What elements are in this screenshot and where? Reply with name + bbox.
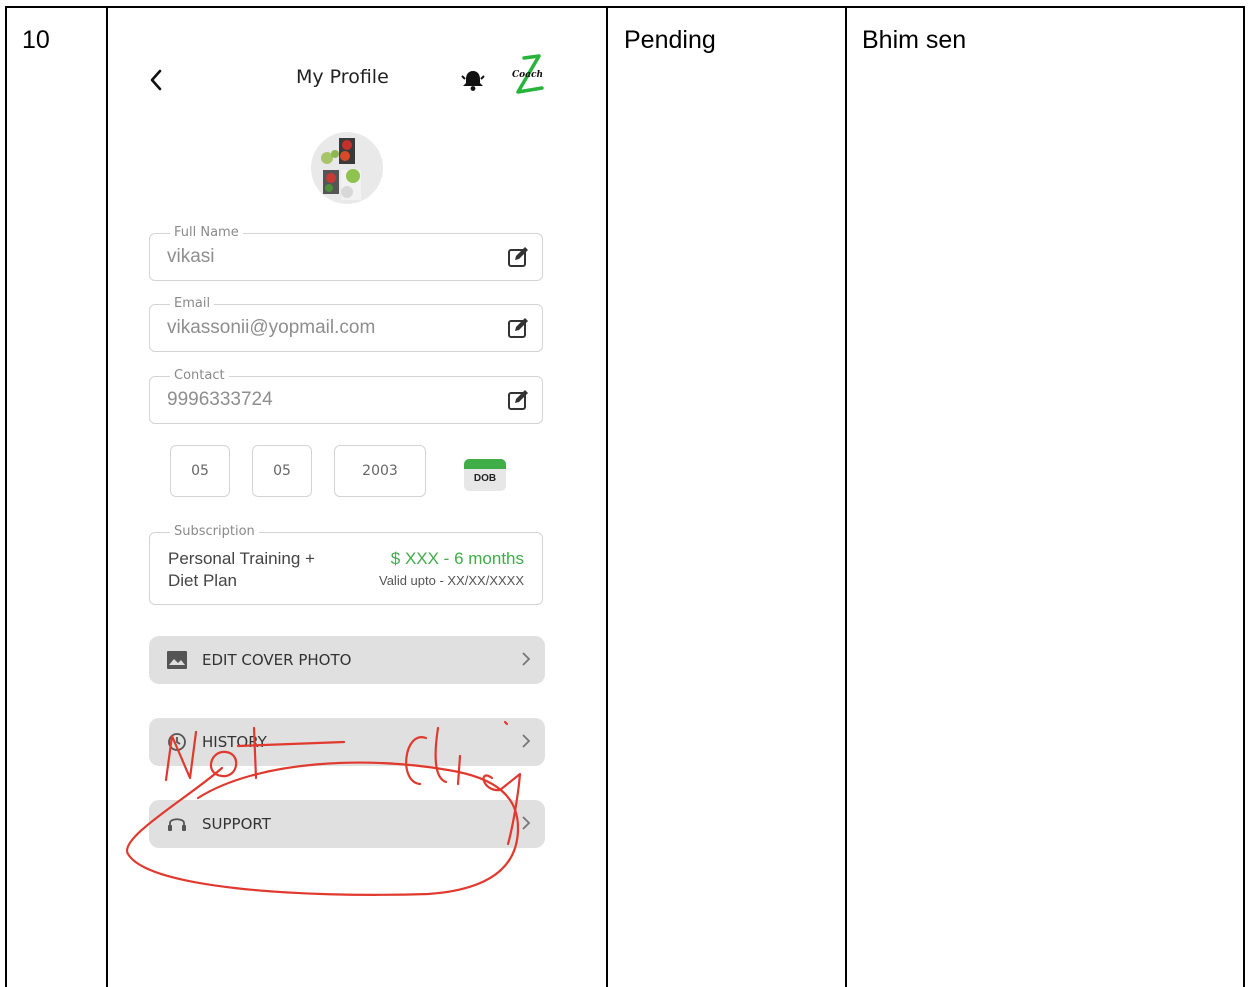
- table-left-border: [5, 6, 7, 987]
- handwritten-annotation: [125, 720, 522, 896]
- row-number: 10: [22, 26, 50, 54]
- column-divider-2: [606, 6, 608, 987]
- column-divider-3: [845, 6, 847, 987]
- status-cell: Pending: [624, 26, 716, 54]
- assignee-cell: Bhim sen: [862, 26, 967, 54]
- profile-screenshot: My Profile Coach Full Name vikasi Email …: [108, 8, 604, 987]
- table-right-border: [1243, 6, 1245, 987]
